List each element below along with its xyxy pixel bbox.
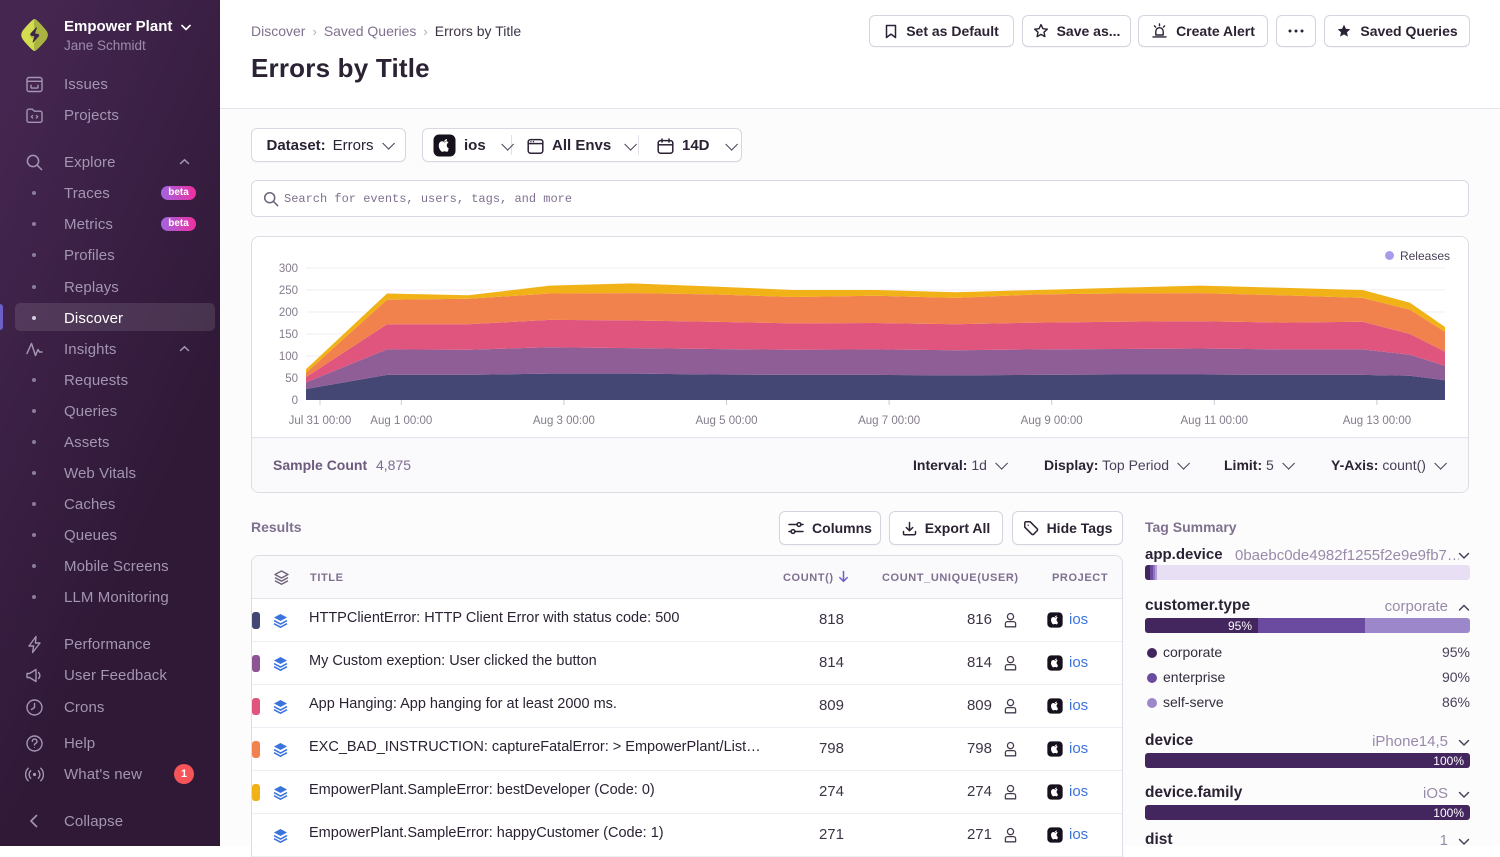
svg-text:250: 250 <box>279 285 298 297</box>
svg-text:300: 300 <box>279 263 298 275</box>
svg-text:Aug 5 00:00: Aug 5 00:00 <box>695 415 757 427</box>
svg-text:Aug 3 00:00: Aug 3 00:00 <box>533 415 595 427</box>
svg-text:0: 0 <box>292 395 298 407</box>
svg-text:Aug 11 00:00: Aug 11 00:00 <box>1181 415 1249 427</box>
svg-text:Aug 1 00:00: Aug 1 00:00 <box>370 415 432 427</box>
svg-text:Jul 31 00:00: Jul 31 00:00 <box>289 415 352 427</box>
svg-text:150: 150 <box>279 329 298 341</box>
svg-text:100: 100 <box>279 351 298 363</box>
svg-text:50: 50 <box>285 373 298 385</box>
svg-text:Aug 13 00:00: Aug 13 00:00 <box>1343 415 1411 427</box>
svg-text:Aug 9 00:00: Aug 9 00:00 <box>1021 415 1083 427</box>
svg-text:Aug 7 00:00: Aug 7 00:00 <box>858 415 920 427</box>
svg-text:200: 200 <box>279 307 298 319</box>
